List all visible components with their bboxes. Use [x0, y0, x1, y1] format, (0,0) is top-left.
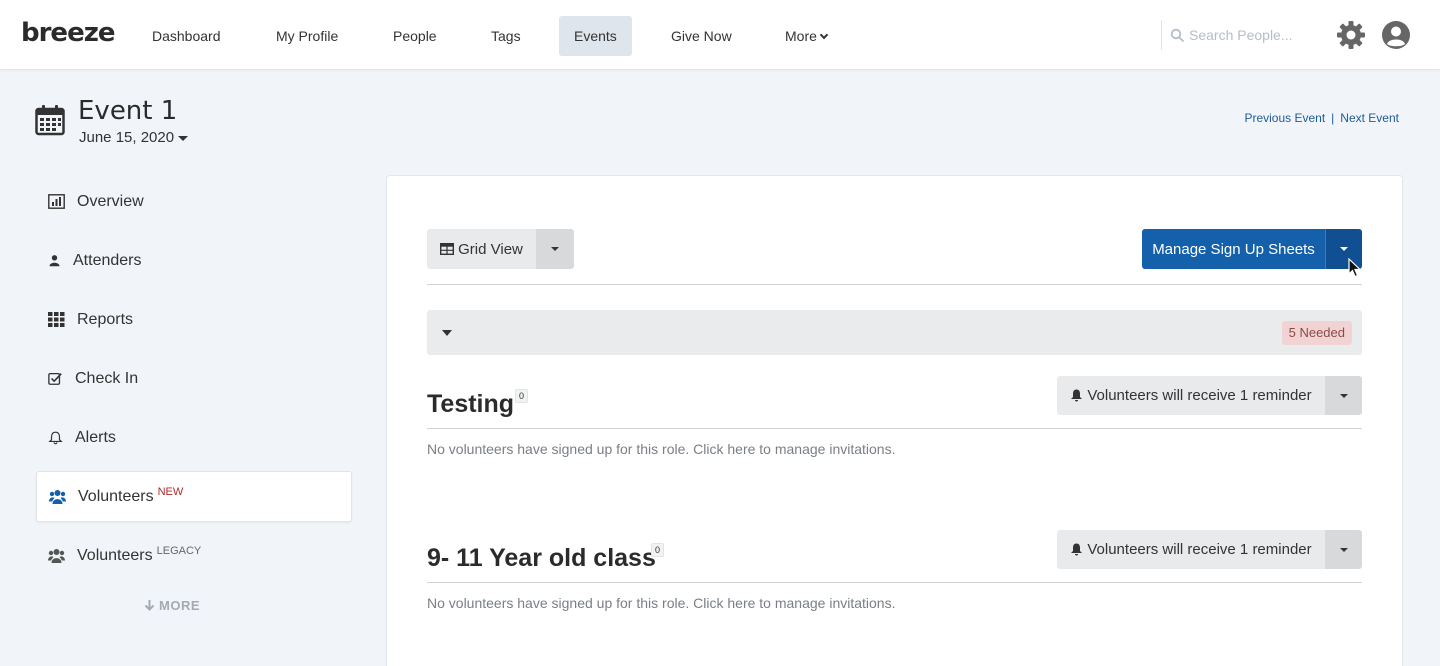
sidebar-item-label: Reports [77, 310, 134, 328]
grid-icon [48, 312, 65, 327]
bar-chart-icon [48, 194, 65, 209]
sidebar-item-alerts[interactable]: Alerts [36, 412, 352, 463]
table-icon [440, 243, 455, 255]
sidebar-item-label: Attenders [73, 251, 142, 269]
role-divider [427, 582, 1362, 583]
manage-invitations-link[interactable]: No volunteers have signed up for this ro… [427, 441, 895, 457]
users-icon [49, 490, 66, 504]
needed-badge: 5 Needed [1281, 321, 1352, 345]
sidebar-item-check-in[interactable]: Check In [36, 353, 352, 404]
next-event-link[interactable]: Next Event [1340, 111, 1399, 125]
previous-event-link[interactable]: Previous Event [1244, 111, 1325, 125]
search-box[interactable] [1170, 20, 1310, 50]
caret-down-icon [1340, 247, 1348, 251]
sidebar-item-label: Volunteers [78, 487, 154, 505]
top-navigation-bar: breeze Dashboard My Profile People Tags … [0, 0, 1440, 70]
checkbox-icon [48, 372, 62, 385]
pagination-separator: | [1331, 111, 1335, 125]
reminder-dropdown-toggle[interactable] [1325, 530, 1362, 569]
gear-icon[interactable] [1336, 20, 1366, 50]
new-tag: NEW [157, 485, 184, 498]
bell-icon [48, 431, 63, 445]
chevron-down-icon [819, 30, 829, 40]
search-input[interactable] [1189, 27, 1307, 43]
manage-sign-up-sheets-button[interactable]: Manage Sign Up Sheets [1142, 229, 1325, 269]
mouse-cursor-icon [1348, 258, 1362, 278]
reminder-button-group: Volunteers will receive 1 reminder [1057, 376, 1362, 415]
event-pagination: Previous Event | Next Event [1244, 111, 1399, 125]
search-icon [1170, 28, 1184, 42]
nav-give-now[interactable]: Give Now [656, 16, 747, 56]
role-divider [427, 428, 1362, 429]
sidebar-more-button[interactable]: MORE [144, 598, 200, 613]
reminder-button[interactable]: Volunteers will receive 1 reminder [1057, 376, 1325, 415]
reminder-button-group: Volunteers will receive 1 reminder [1057, 530, 1362, 569]
calendar-icon [35, 105, 65, 136]
reminder-label: Volunteers will receive 1 reminder [1087, 541, 1312, 558]
nav-more-label: More [785, 28, 817, 44]
user-circle-icon[interactable] [1381, 20, 1411, 50]
caret-down-icon [551, 247, 559, 251]
nav-more[interactable]: More [770, 16, 842, 56]
manage-sign-up-sheets-button-group: Manage Sign Up Sheets [1142, 229, 1362, 269]
reminder-button[interactable]: Volunteers will receive 1 reminder [1057, 530, 1325, 569]
sidebar-item-overview[interactable]: Overview [36, 176, 352, 227]
role-count-badge: 0 [651, 543, 665, 557]
volunteers-panel: Grid View Manage Sign Up Sheets 5 Needed… [386, 175, 1403, 666]
sidebar-item-label: Volunteers [77, 546, 153, 564]
nav-events[interactable]: Events [559, 16, 632, 56]
nav-dashboard[interactable]: Dashboard [137, 16, 236, 56]
more-label: MORE [159, 598, 200, 613]
event-date-label: June 15, 2020 [79, 129, 175, 146]
user-icon [49, 255, 60, 267]
role-count-badge: 0 [515, 389, 529, 403]
arrow-down-icon [144, 600, 155, 611]
breeze-logo[interactable]: breeze [21, 18, 115, 48]
sidebar-item-label: Alerts [75, 428, 116, 446]
users-icon [48, 549, 65, 563]
nav-people[interactable]: People [378, 16, 452, 56]
sidebar-item-volunteers-new[interactable]: Volunteers NEW [36, 471, 352, 522]
legacy-tag: LEGACY [156, 544, 202, 557]
caret-down-icon [1339, 393, 1348, 398]
grid-view-button[interactable]: Grid View [427, 229, 536, 269]
caret-down-icon [1339, 547, 1348, 552]
collapse-toggle-icon[interactable] [442, 330, 452, 336]
grid-view-label: Grid View [458, 240, 523, 258]
nav-tags[interactable]: Tags [476, 16, 536, 56]
event-title: Event 1 [78, 96, 178, 126]
sidebar-item-volunteers-legacy[interactable]: Volunteers LEGACY [36, 530, 352, 581]
toolbar-divider [427, 284, 1362, 285]
grid-view-dropdown-toggle[interactable] [536, 229, 574, 269]
grid-view-button-group: Grid View [427, 229, 574, 269]
bell-icon [1071, 543, 1083, 556]
caret-down-icon [178, 135, 189, 141]
role-title: 9- 11 Year old class [427, 544, 656, 572]
sidebar-item-label: Check In [75, 369, 139, 387]
nav-divider [1161, 20, 1162, 50]
event-date-dropdown[interactable]: June 15, 2020 [79, 129, 189, 146]
bell-icon [1071, 389, 1083, 402]
sidebar-item-reports[interactable]: Reports [36, 294, 352, 345]
reminder-dropdown-toggle[interactable] [1325, 376, 1362, 415]
sidebar-item-attenders[interactable]: Attenders [36, 235, 352, 286]
sidebar-item-label: Overview [77, 192, 144, 210]
sign-up-sheet-header[interactable]: 5 Needed [427, 310, 1362, 355]
manage-invitations-link[interactable]: No volunteers have signed up for this ro… [427, 595, 895, 611]
reminder-label: Volunteers will receive 1 reminder [1087, 387, 1312, 404]
event-sidebar: Overview Attenders Reports Check In Aler… [36, 176, 352, 589]
role-title: Testing [427, 390, 515, 418]
nav-my-profile[interactable]: My Profile [261, 16, 353, 56]
